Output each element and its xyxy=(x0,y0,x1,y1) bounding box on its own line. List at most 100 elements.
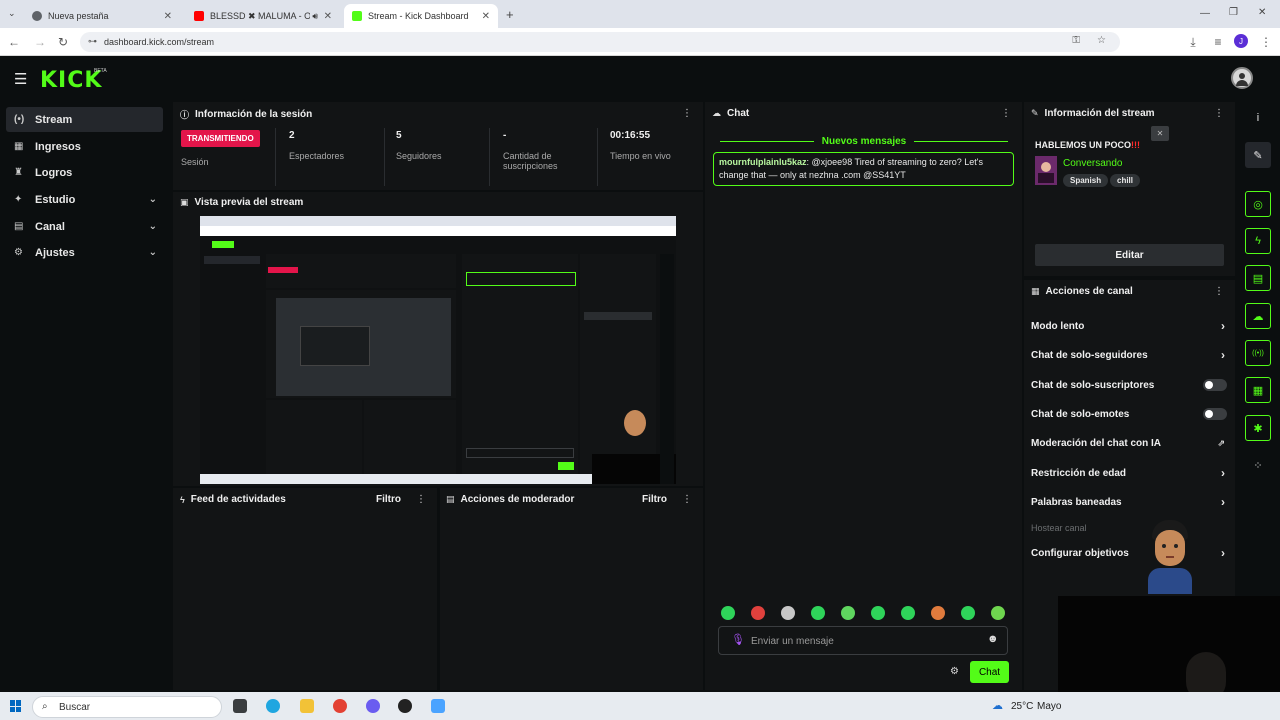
weather-temp[interactable]: 25°C xyxy=(1011,701,1033,712)
reload-icon[interactable]: ↻ xyxy=(55,34,71,50)
chat-send-button[interactable]: Chat xyxy=(970,661,1009,683)
tab-list-icon[interactable]: ⌄ xyxy=(8,8,16,19)
action-modo-lento[interactable]: Modo lento › xyxy=(1031,318,1231,334)
tab-title: Nueva pestaña xyxy=(48,11,109,21)
more-options-icon[interactable]: ⋮ xyxy=(1214,108,1224,119)
download-icon[interactable]: ⤓ xyxy=(1185,34,1201,50)
edge-icon[interactable] xyxy=(266,699,280,713)
action-moderacion-ia[interactable]: Moderación del chat con IA ⇗ xyxy=(1031,435,1231,451)
speaker-icon[interactable]: 🔊︎ xyxy=(312,11,318,22)
hamburger-menu-icon[interactable]: ☰ xyxy=(14,70,27,88)
weather-icon[interactable]: ☁ xyxy=(992,699,1003,712)
obs-icon[interactable] xyxy=(398,699,412,713)
action-solo-seguidores[interactable]: Chat de solo-seguidores › xyxy=(1031,347,1231,363)
stream-preview-video[interactable] xyxy=(200,216,676,484)
file-explorer-icon[interactable] xyxy=(300,699,314,713)
emote-icon[interactable] xyxy=(721,606,735,620)
chrome-icon[interactable] xyxy=(333,699,347,713)
tab-kick-dashboard[interactable]: Stream - Kick Dashboard ✕ xyxy=(344,4,498,28)
toggle-switch[interactable] xyxy=(1203,379,1227,391)
info-icon[interactable]: i xyxy=(1245,105,1271,131)
new-messages-divider[interactable]: Nuevos mensajes xyxy=(712,134,1016,148)
close-icon[interactable]: ✕ xyxy=(482,11,490,22)
divider xyxy=(914,140,1008,142)
window-close-icon[interactable]: ✕ xyxy=(1258,7,1266,18)
category-thumbnail[interactable] xyxy=(1035,156,1057,185)
activity-filter-button[interactable]: Filtro xyxy=(376,494,401,505)
more-options-icon[interactable]: ⋮ xyxy=(682,494,692,505)
chat-message[interactable]: mournfulplainlu5kaz: @xjoee98 Tired of s… xyxy=(713,152,1014,186)
more-options-icon[interactable]: ⋮ xyxy=(682,108,692,119)
chevron-down-icon[interactable]: ⌄ xyxy=(149,194,157,205)
layout-icon[interactable]: ▦ xyxy=(1245,377,1271,403)
sidebar-item-ajustes[interactable]: ⚙ Ajustes ⌄ xyxy=(6,240,163,265)
emote-icon[interactable] xyxy=(841,606,855,620)
reading-list-icon[interactable]: ≡ xyxy=(1210,34,1226,50)
edit-stream-button[interactable]: Editar xyxy=(1035,244,1224,266)
action-restriccion-edad[interactable]: Restricción de edad › xyxy=(1031,465,1231,481)
chat-icon[interactable]: ☁ xyxy=(1245,303,1271,329)
minimize-icon[interactable]: — xyxy=(1200,8,1210,19)
microphone-icon[interactable]: 🎙︎ xyxy=(731,633,745,646)
emote-icon[interactable] xyxy=(901,606,915,620)
browser-menu-icon[interactable]: ⋮ xyxy=(1258,34,1274,50)
emote-icon[interactable] xyxy=(961,606,975,620)
profile-avatar[interactable]: J xyxy=(1234,34,1248,48)
emoji-icon[interactable]: ☻ xyxy=(987,633,999,645)
task-view-icon[interactable] xyxy=(233,699,247,713)
target-icon[interactable]: ◎ xyxy=(1245,191,1271,217)
emote-icon[interactable] xyxy=(991,606,1005,620)
sidebar-item-logros[interactable]: ♜ Logros xyxy=(6,160,163,185)
action-palabras-baneadas[interactable]: Palabras baneadas › xyxy=(1031,494,1231,510)
emote-icon[interactable] xyxy=(751,606,765,620)
chevron-down-icon[interactable]: ⌄ xyxy=(149,221,157,232)
close-icon[interactable]: ✕ xyxy=(164,11,172,22)
site-info-icon[interactable]: ⊶ xyxy=(88,36,97,47)
more-options-icon[interactable]: ⋮ xyxy=(1001,108,1011,119)
moderator-filter-button[interactable]: Filtro xyxy=(642,494,667,505)
windows-start-icon[interactable] xyxy=(10,700,22,712)
clipboard-icon[interactable]: ▤ xyxy=(1245,265,1271,291)
toggle-switch[interactable] xyxy=(1203,408,1227,420)
stat-label: Tiempo en vivo xyxy=(610,151,671,161)
sidebar-item-stream[interactable]: (•) Stream xyxy=(6,107,163,132)
close-icon[interactable]: ✕ xyxy=(1151,126,1169,141)
sidebar-item-ingresos[interactable]: ▦ Ingresos xyxy=(6,134,163,159)
stream-tag[interactable]: Spanish xyxy=(1063,174,1109,187)
apps-icon[interactable]: ⁘ xyxy=(1245,452,1271,478)
new-tab-button[interactable]: + xyxy=(506,7,514,22)
chat-message-input[interactable] xyxy=(751,633,981,649)
gear-icon[interactable]: ⚙ xyxy=(950,666,959,677)
user-avatar[interactable] xyxy=(1231,67,1253,89)
tab-youtube[interactable]: BLESSD ✖ MALUMA - OE 🔊︎ ✕ xyxy=(186,4,340,28)
chat-input-box[interactable]: 🎙︎ ☻ xyxy=(718,626,1008,655)
more-options-icon[interactable]: ⋮ xyxy=(416,494,426,505)
edit-icon[interactable]: ✎ xyxy=(1245,142,1271,168)
discord-icon[interactable] xyxy=(366,699,380,713)
forward-icon[interactable]: → xyxy=(32,34,48,50)
emote-icon[interactable] xyxy=(811,606,825,620)
wrench-icon[interactable]: ✱ xyxy=(1245,415,1271,441)
lightning-icon[interactable]: ϟ xyxy=(1245,228,1271,254)
taskbar-search[interactable]: ⌕ Buscar xyxy=(32,696,222,718)
key-icon[interactable]: ⚿ xyxy=(1072,35,1080,46)
broadcast-icon[interactable]: ((•)) xyxy=(1245,340,1271,366)
star-icon[interactable]: ☆ xyxy=(1097,35,1106,46)
more-options-icon[interactable]: ⋮ xyxy=(1214,286,1224,297)
sidebar-item-canal[interactable]: ▤ Canal ⌄ xyxy=(6,214,163,239)
emote-icon[interactable] xyxy=(781,606,795,620)
app-icon[interactable] xyxy=(431,699,445,713)
emote-icon[interactable] xyxy=(871,606,885,620)
emote-icon[interactable] xyxy=(931,606,945,620)
sidebar-item-estudio[interactable]: ✦ Estudio ⌄ xyxy=(6,187,163,212)
stream-category[interactable]: Conversando xyxy=(1063,158,1122,169)
close-icon[interactable]: ✕ xyxy=(324,11,332,22)
url-bar[interactable]: ⊶ dashboard.kick.com/stream ⚿ ☆ xyxy=(80,32,1120,52)
chevron-down-icon[interactable]: ⌄ xyxy=(149,247,157,258)
stream-tag[interactable]: chill xyxy=(1110,174,1141,187)
tab-new-tab[interactable]: Nueva pestaña ✕ xyxy=(24,4,180,28)
back-icon[interactable]: ← xyxy=(6,34,22,50)
maximize-icon[interactable]: ❐ xyxy=(1229,7,1238,18)
action-configurar-objetivos[interactable]: Configurar objetivos › xyxy=(1031,545,1231,561)
chat-username[interactable]: mournfulplainlu5kaz xyxy=(719,157,807,167)
